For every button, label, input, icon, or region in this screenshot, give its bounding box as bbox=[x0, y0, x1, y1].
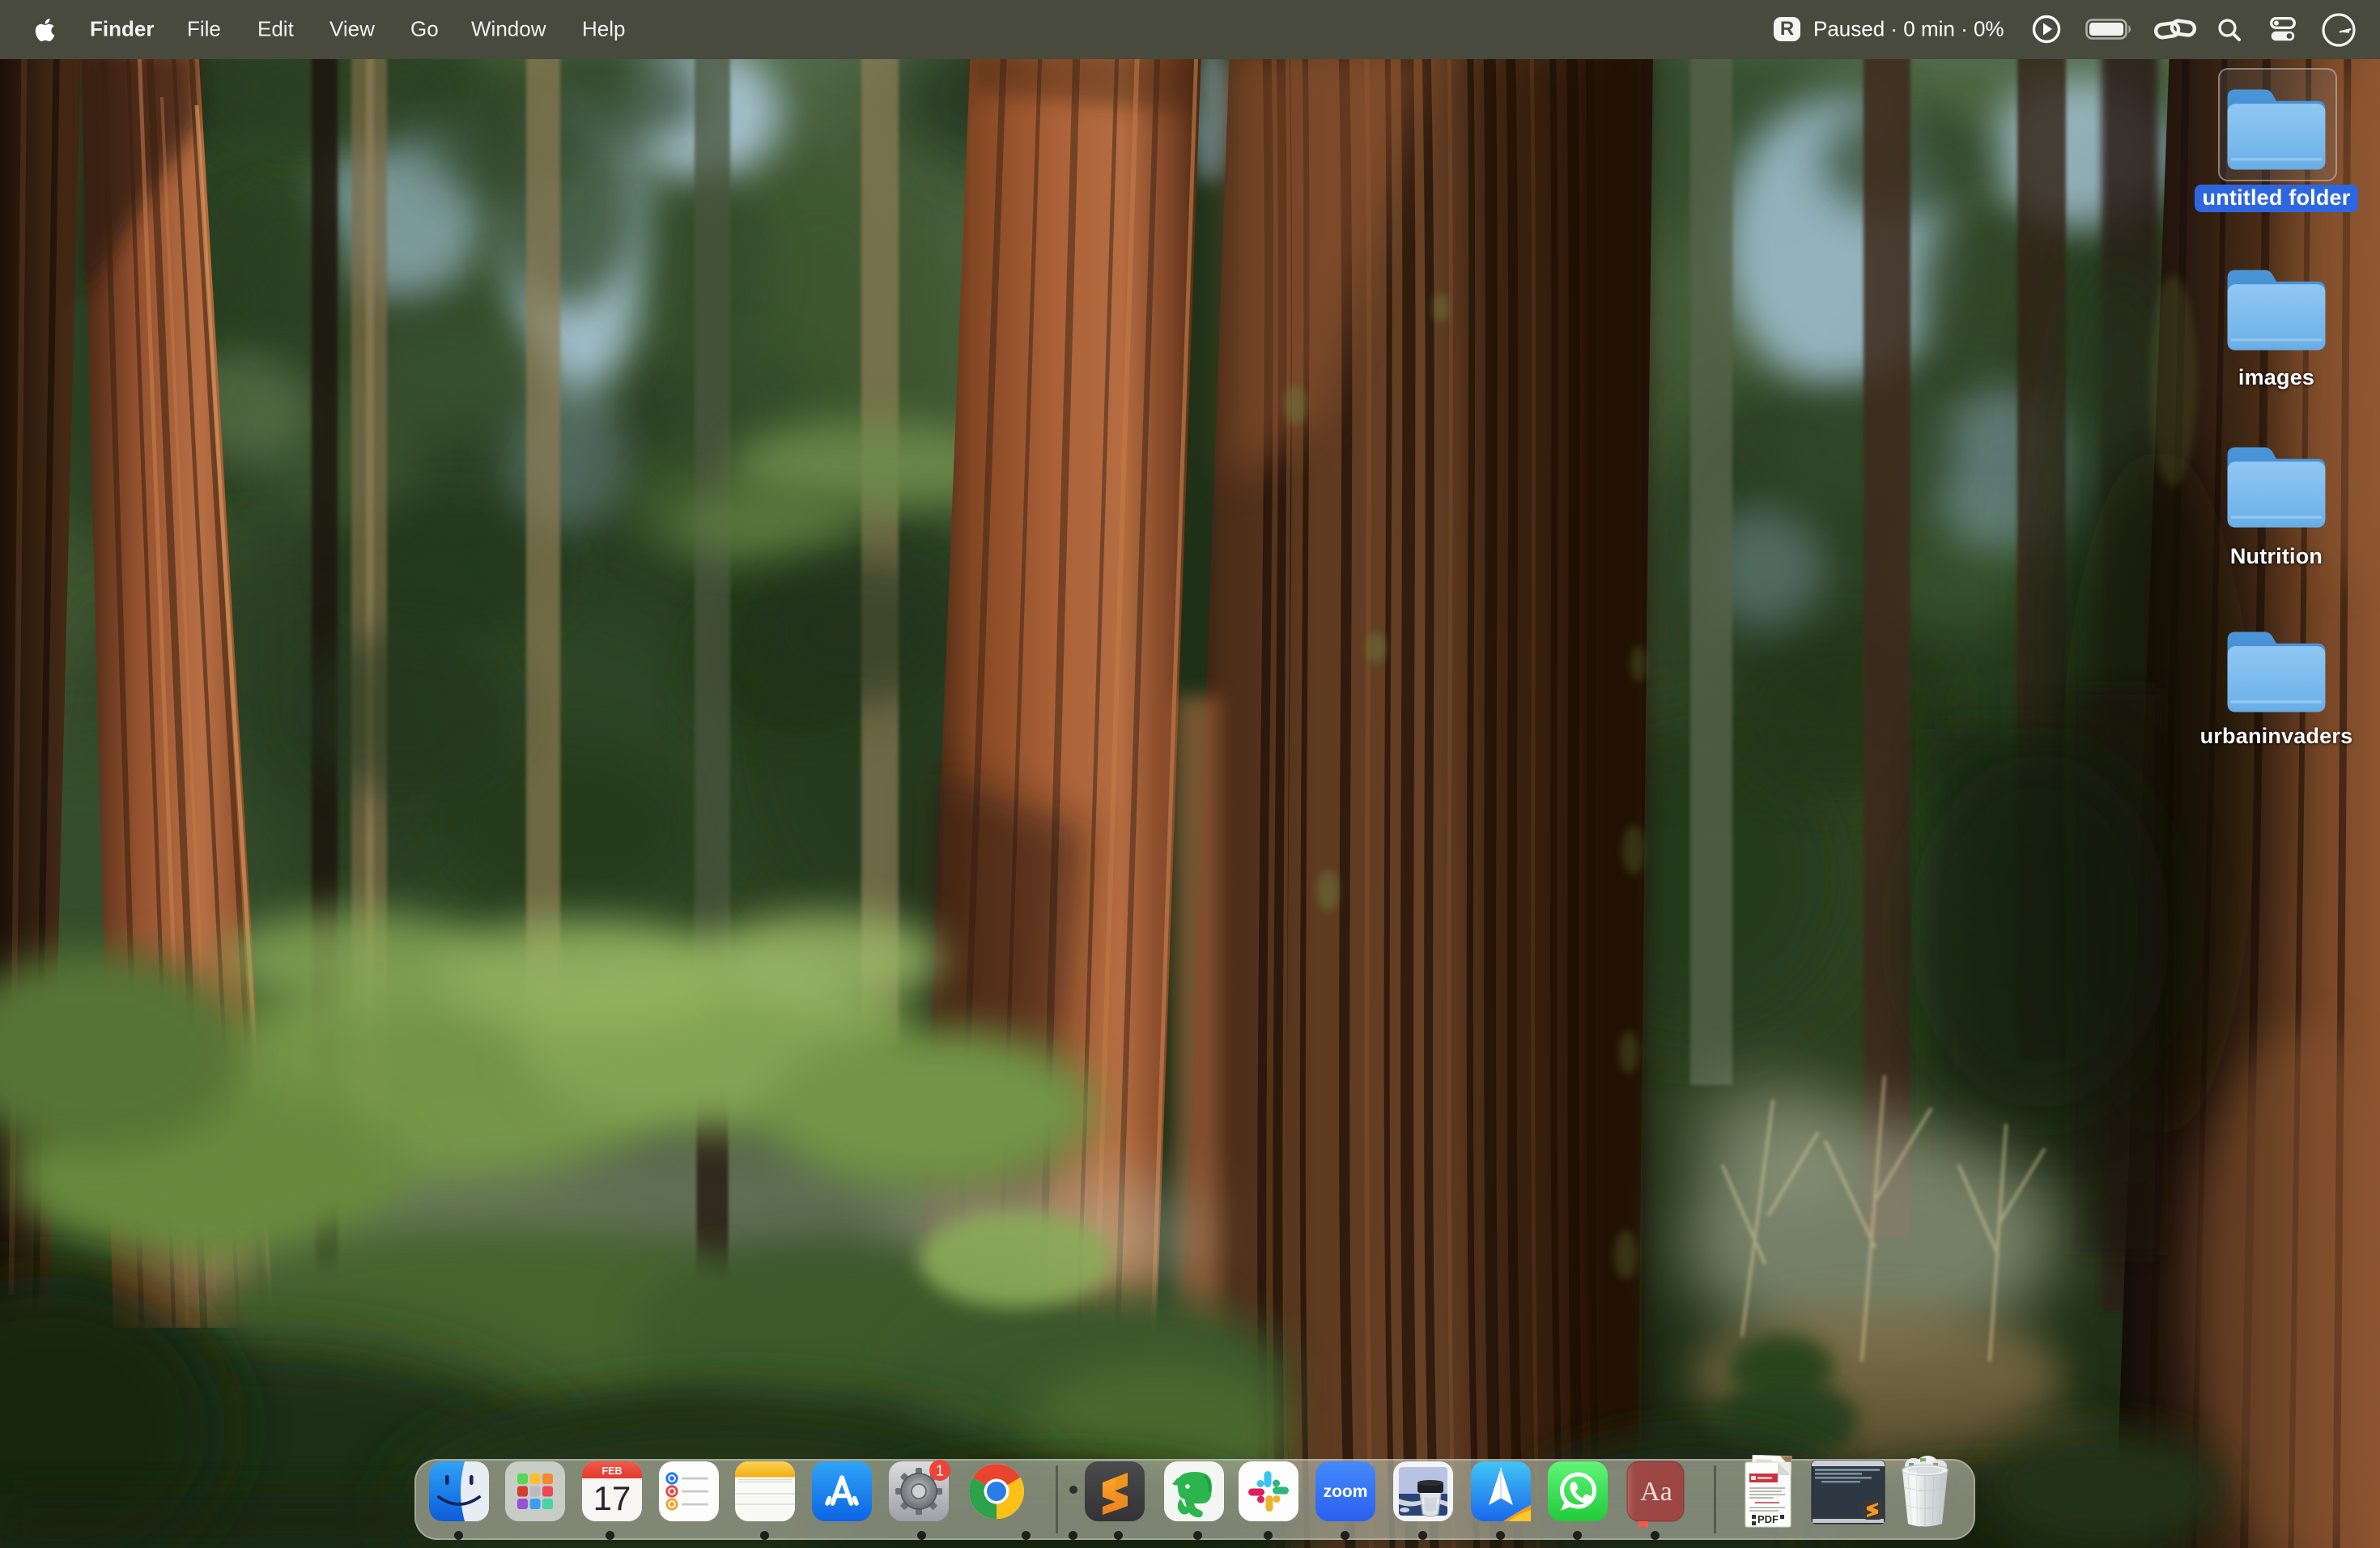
svg-text:1: 1 bbox=[936, 1463, 944, 1479]
svg-text:PDF: PDF bbox=[1757, 1513, 1779, 1525]
svg-text:Aa: Aa bbox=[1640, 1477, 1672, 1507]
svg-text:FEB: FEB bbox=[602, 1465, 623, 1477]
svg-text:17: 17 bbox=[593, 1479, 631, 1517]
svg-text:zoom: zoom bbox=[1324, 1482, 1368, 1501]
